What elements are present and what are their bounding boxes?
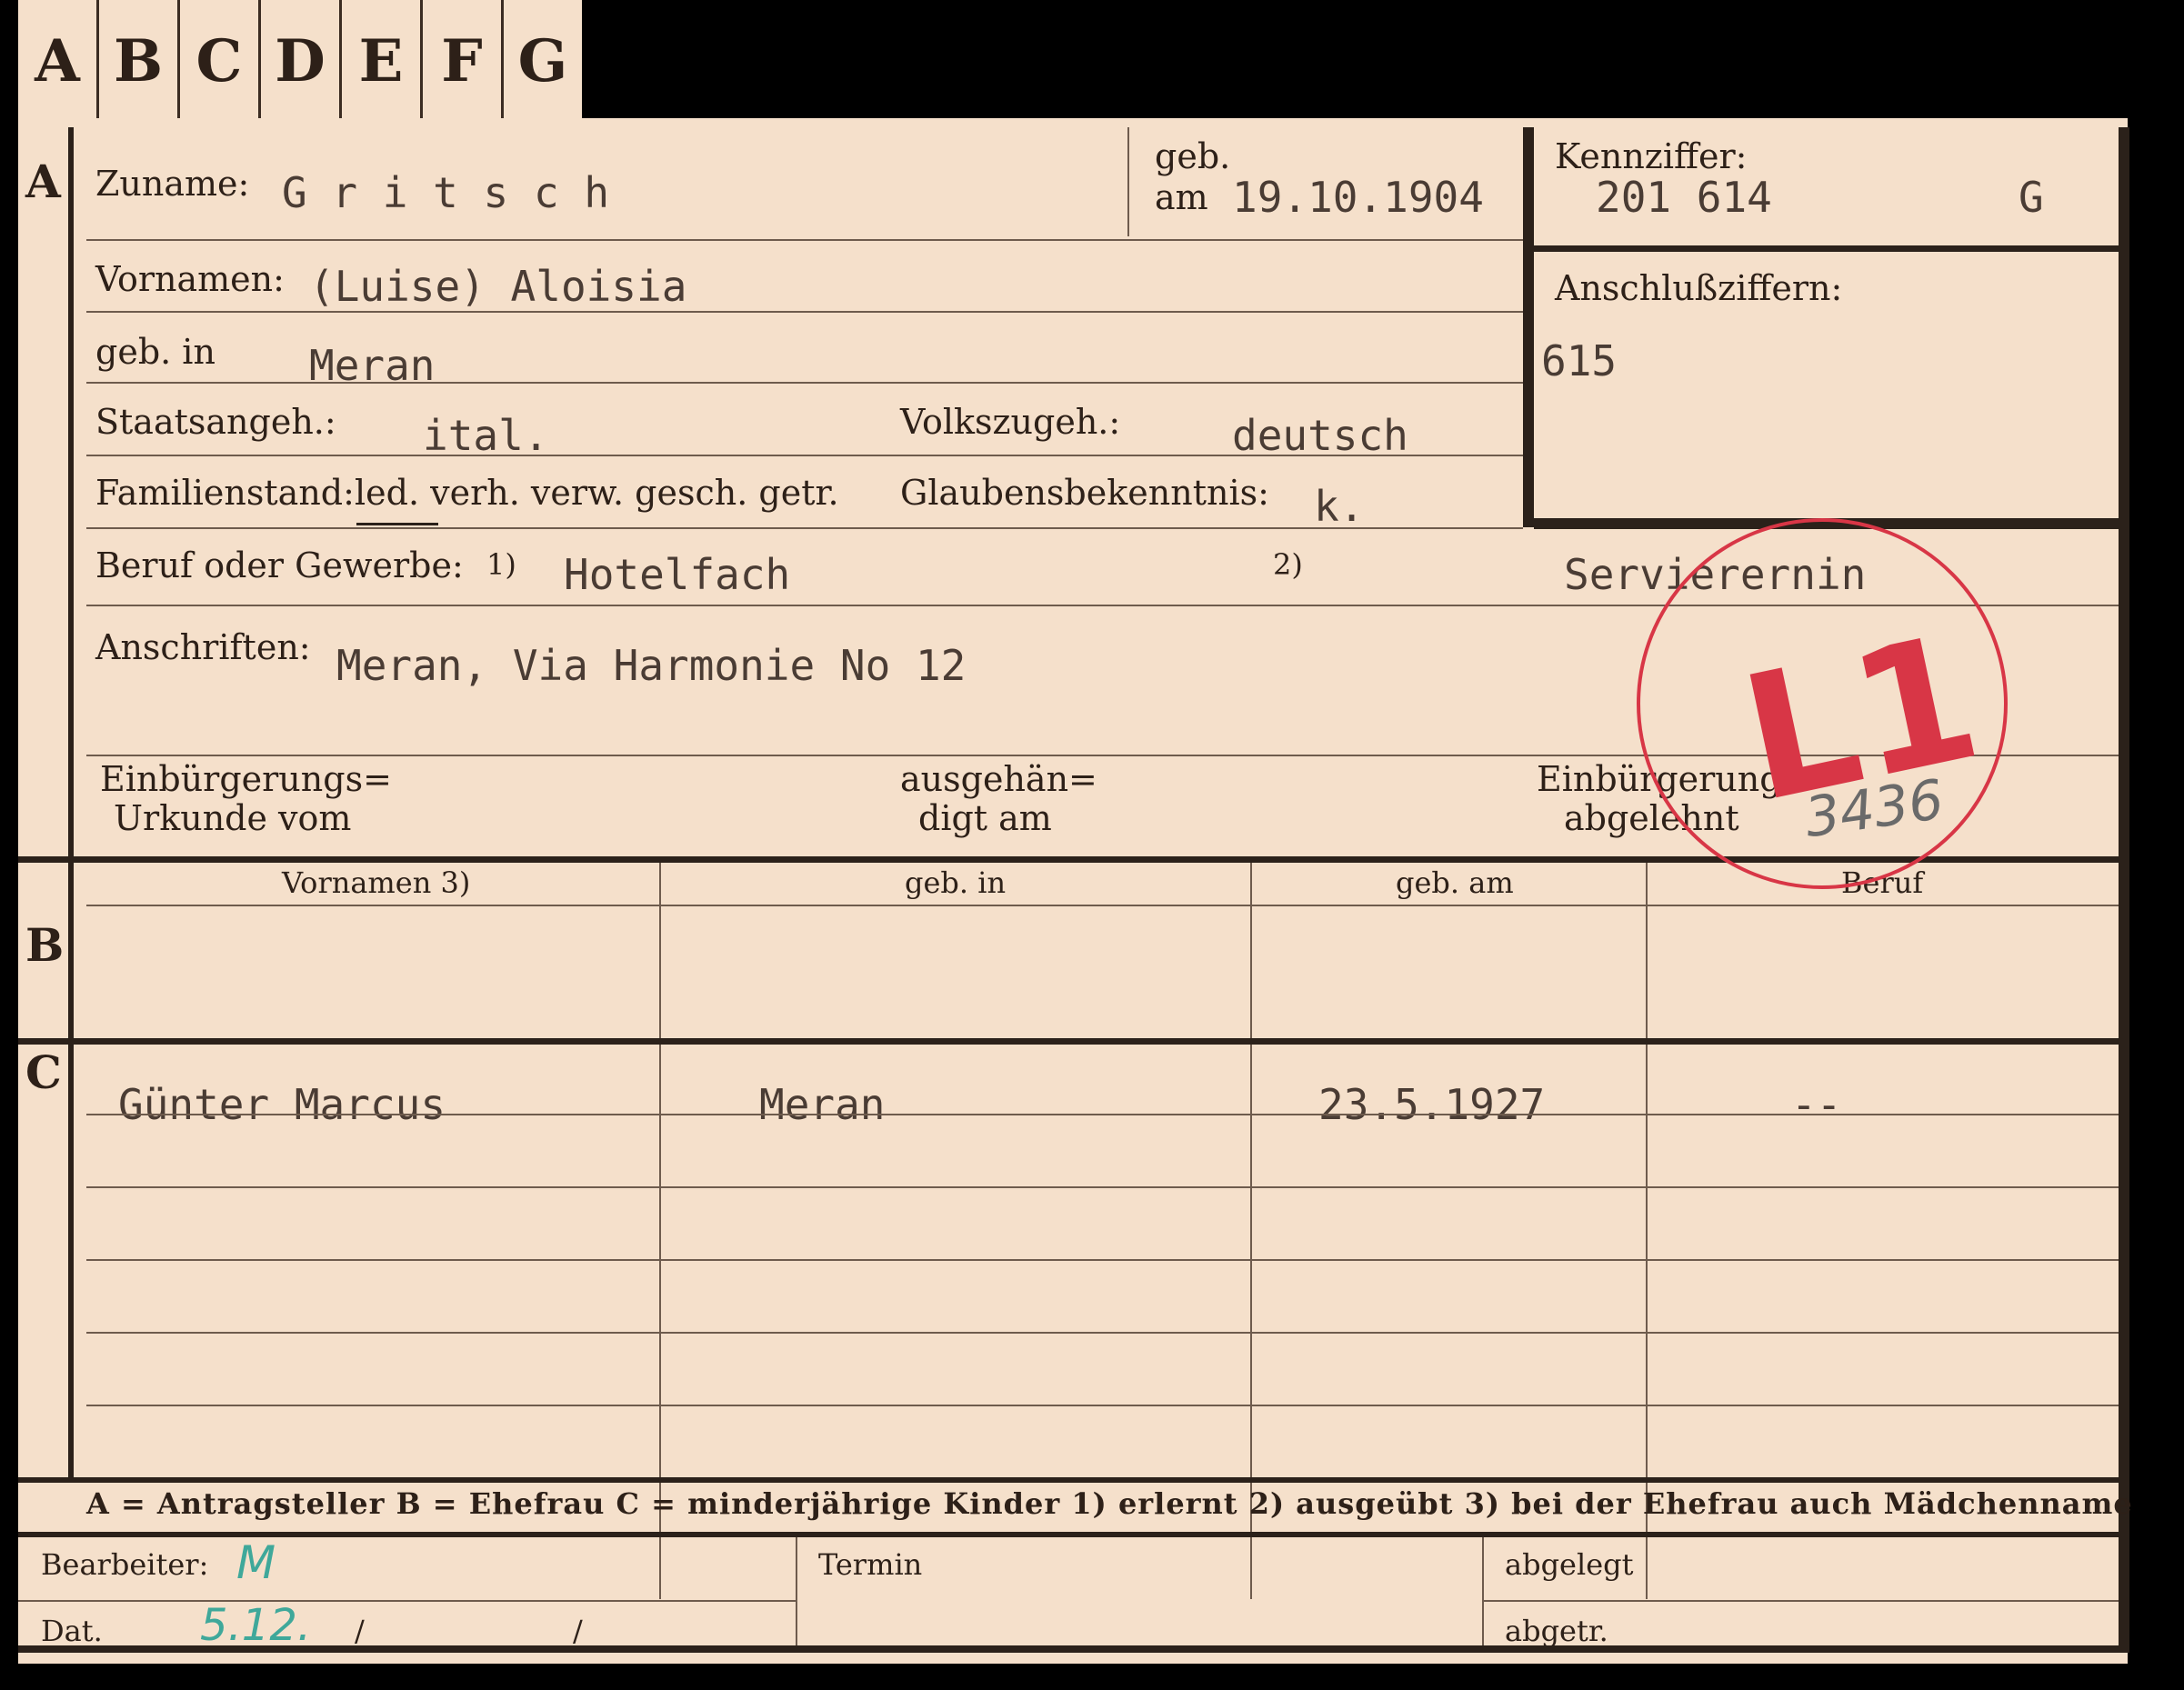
termin-label: Termin (818, 1547, 923, 1582)
col-header-gebam: geb. am (1396, 865, 1514, 900)
col-header-vornamen: Vornamen 3) (282, 865, 471, 900)
kennziffer-label: Kennziffer: (1555, 136, 1748, 176)
tab-b: B (99, 0, 180, 123)
einb-urkunde-label-2: Urkunde vom (114, 798, 352, 838)
gebin-label: geb. in (95, 332, 215, 372)
geb-label: geb. (1155, 136, 1231, 176)
tab-c: C (180, 0, 261, 123)
abgelegt-label: abgelegt (1505, 1547, 1634, 1582)
legend: A = Antragsteller B = Ehefrau C = minder… (86, 1486, 2133, 1521)
anschriften-label: Anschriften: (95, 627, 311, 667)
bearbeiter-label: Bearbeiter: (41, 1547, 209, 1582)
am-label: am (1155, 177, 1208, 217)
tab-a: A (18, 0, 99, 123)
dat-value: 5.12. (200, 1600, 312, 1651)
ausgehaendigt-label-1: ausgehän= (900, 759, 1097, 799)
vornamen-label: Vornamen: (95, 259, 285, 299)
beruf-value-1: Hotelfach (564, 550, 791, 599)
glauben-value: k. (1314, 482, 1365, 531)
volkszugeh-label: Volkszugeh.: (900, 402, 1121, 442)
anschriften-value: Meran, Via Harmonie No 12 (336, 641, 967, 690)
bearbeiter-value: M (236, 1536, 276, 1589)
gebin-value: Meran (309, 341, 436, 390)
tab-e: E (342, 0, 423, 123)
section-letter-b: B (25, 918, 65, 972)
dat-slash-1: / (355, 1614, 365, 1648)
tab-g: G (517, 27, 568, 95)
anschluss-value: 615 (1541, 336, 1618, 385)
glauben-label: Glaubensbekenntnis: (900, 473, 1269, 513)
beruf-mark-2: 2) (1273, 547, 1303, 582)
beruf-label: Beruf oder Gewerbe: (95, 545, 464, 585)
abgetr-label: abgetr. (1505, 1614, 1608, 1648)
staatsangeh-value: ital. (423, 411, 549, 460)
kennziffer-suffix: G (2019, 173, 2044, 222)
vornamen-value: (Luise) Aloisia (309, 262, 687, 311)
einb-urkunde-label-1: Einbürgerungs= (100, 759, 392, 799)
child-vornamen: Günter Marcus (118, 1080, 446, 1129)
birth-date: 19.10.1904 (1232, 173, 1484, 222)
zuname-value: G r i t s c h (282, 168, 610, 217)
familienstand-options: led. verh. verw. gesch. getr. (355, 473, 839, 513)
section-letter-c: C (25, 1045, 62, 1099)
dat-slash-2: / (573, 1614, 583, 1648)
beruf-mark-1: 1) (486, 547, 516, 582)
tab-d: D (261, 0, 342, 123)
dat-label: Dat. (41, 1614, 103, 1648)
section-letter-a: A (25, 155, 61, 208)
index-tabs: A B C D E F G (18, 0, 582, 123)
volkszugeh-value: deutsch (1232, 411, 1408, 460)
child-beruf: -- (1791, 1080, 1842, 1129)
child-gebam: 23.5.1927 (1318, 1080, 1546, 1129)
staatsangeh-label: Staatsangeh.: (95, 402, 336, 442)
child-gebin: Meran (759, 1080, 886, 1129)
zuname-label: Zuname: (95, 164, 250, 204)
tab-f: F (423, 0, 504, 123)
anschluss-label: Anschlußziffern: (1555, 268, 1843, 308)
kennziffer-value: 201 614 (1596, 173, 1772, 222)
col-header-gebin: geb. in (905, 865, 1007, 900)
familienstand-label: Familienstand: (95, 473, 355, 513)
ausgehaendigt-label-2: digt am (918, 798, 1052, 838)
registration-card: A B C Zuname: G r i t s c h geb. am 19.1… (18, 118, 2132, 1664)
